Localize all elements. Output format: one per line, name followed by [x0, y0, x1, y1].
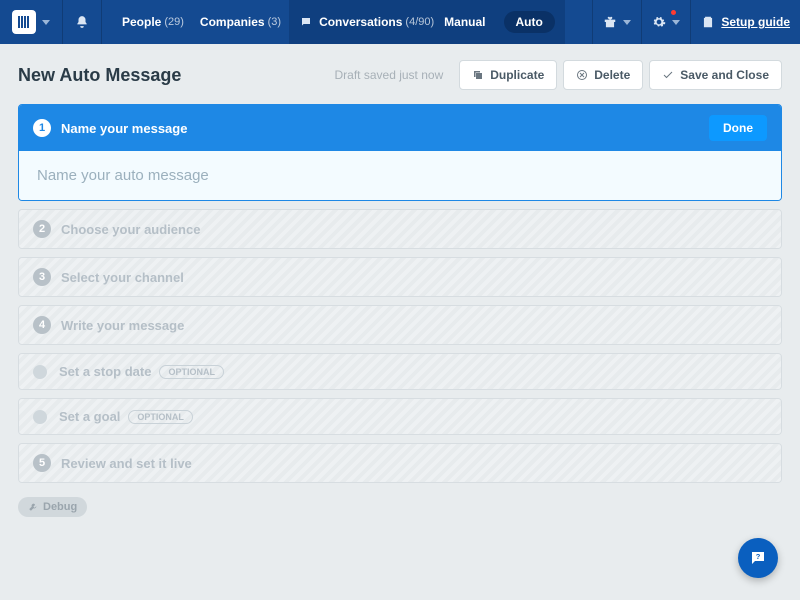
app-switcher[interactable]	[0, 0, 63, 44]
message-name-input[interactable]	[19, 151, 781, 200]
step-7-header[interactable]: 5 Review and set it live	[19, 444, 781, 482]
nav-conversations-count: (4/90)	[405, 16, 434, 28]
step-number-icon: 2	[33, 220, 51, 238]
check-icon	[662, 69, 674, 81]
nav-auto[interactable]: Auto	[504, 11, 555, 33]
step-name-message: 1 Name your message Done	[18, 104, 782, 201]
caret-down-icon	[42, 20, 50, 25]
clipboard-icon	[701, 15, 715, 29]
step-6-label: Set a goal	[59, 409, 120, 424]
step-4-header[interactable]: 4 Write your message	[19, 306, 781, 344]
step-5-label: Set a stop date	[59, 364, 151, 379]
step-7-label: Review and set it live	[61, 456, 192, 471]
caret-down-icon	[672, 20, 680, 25]
setup-guide-label: Setup guide	[721, 15, 790, 29]
nav-people-label: People	[122, 15, 161, 29]
step-5-header[interactable]: Set a stop date OPTIONAL	[19, 354, 781, 389]
help-fab[interactable]: ?	[738, 538, 778, 578]
step-review-live: 5 Review and set it live	[18, 443, 782, 483]
page-header: New Auto Message Draft saved just now Du…	[18, 60, 782, 90]
step-number-icon: 4	[33, 316, 51, 334]
caret-down-icon	[623, 20, 631, 25]
step-dot-icon	[33, 365, 47, 379]
delete-icon	[576, 69, 588, 81]
nav-conversations-group: Conversations (4/90) Manual Auto	[289, 0, 565, 44]
optional-badge: OPTIONAL	[159, 365, 224, 379]
duplicate-icon	[472, 69, 484, 81]
step-number-icon: 1	[33, 119, 51, 137]
wrench-icon	[28, 502, 38, 512]
step-select-channel: 3 Select your channel	[18, 257, 782, 297]
nav-companies-label: Companies	[200, 15, 265, 29]
svg-text:?: ?	[756, 552, 761, 561]
duplicate-label: Duplicate	[490, 68, 544, 82]
step-done-button[interactable]: Done	[709, 115, 767, 141]
nav-people-count: (29)	[164, 16, 184, 28]
draft-status: Draft saved just now	[335, 68, 444, 82]
nav-companies[interactable]: Companies (3)	[192, 0, 289, 44]
save-close-label: Save and Close	[680, 68, 769, 82]
save-close-button[interactable]: Save and Close	[649, 60, 782, 90]
gear-icon	[652, 15, 666, 29]
nav-setup-guide[interactable]: Setup guide	[690, 0, 800, 44]
debug-label: Debug	[43, 501, 77, 513]
gift-icon	[603, 15, 617, 29]
nav-conversations[interactable]: Conversations (4/90)	[319, 0, 434, 44]
nav-people[interactable]: People (29)	[114, 0, 192, 44]
bell-icon	[75, 15, 89, 29]
step-3-header[interactable]: 3 Select your channel	[19, 258, 781, 296]
delete-label: Delete	[594, 68, 630, 82]
notifications-button[interactable]	[63, 0, 102, 44]
nav-companies-count: (3)	[268, 16, 281, 28]
step-number-icon: 5	[33, 454, 51, 472]
help-icon: ?	[749, 549, 767, 567]
step-dot-icon	[33, 410, 47, 424]
app-logo-icon	[12, 10, 36, 34]
step-set-goal: Set a goal OPTIONAL	[18, 398, 782, 435]
step-6-header[interactable]: Set a goal OPTIONAL	[19, 399, 781, 434]
step-1-label: Name your message	[61, 121, 187, 136]
notification-dot-icon	[671, 10, 676, 15]
step-3-label: Select your channel	[61, 270, 184, 285]
step-write-message: 4 Write your message	[18, 305, 782, 345]
duplicate-button[interactable]: Duplicate	[459, 60, 557, 90]
nav-manual[interactable]: Manual	[434, 15, 495, 29]
nav-apps-button[interactable]	[592, 0, 641, 44]
optional-badge: OPTIONAL	[128, 410, 193, 424]
step-number-icon: 3	[33, 268, 51, 286]
nav-conversations-label: Conversations	[319, 15, 402, 29]
chat-icon	[299, 16, 313, 28]
step-4-label: Write your message	[61, 318, 184, 333]
step-1-header[interactable]: 1 Name your message Done	[19, 105, 781, 151]
step-choose-audience: 2 Choose your audience	[18, 209, 782, 249]
nav-settings-button[interactable]	[641, 0, 690, 44]
step-2-label: Choose your audience	[61, 222, 200, 237]
top-nav: People (29) Companies (3) Conversations …	[0, 0, 800, 44]
step-2-header[interactable]: 2 Choose your audience	[19, 210, 781, 248]
step-stop-date: Set a stop date OPTIONAL	[18, 353, 782, 390]
page-title: New Auto Message	[18, 65, 181, 86]
delete-button[interactable]: Delete	[563, 60, 643, 90]
debug-button[interactable]: Debug	[18, 497, 87, 517]
